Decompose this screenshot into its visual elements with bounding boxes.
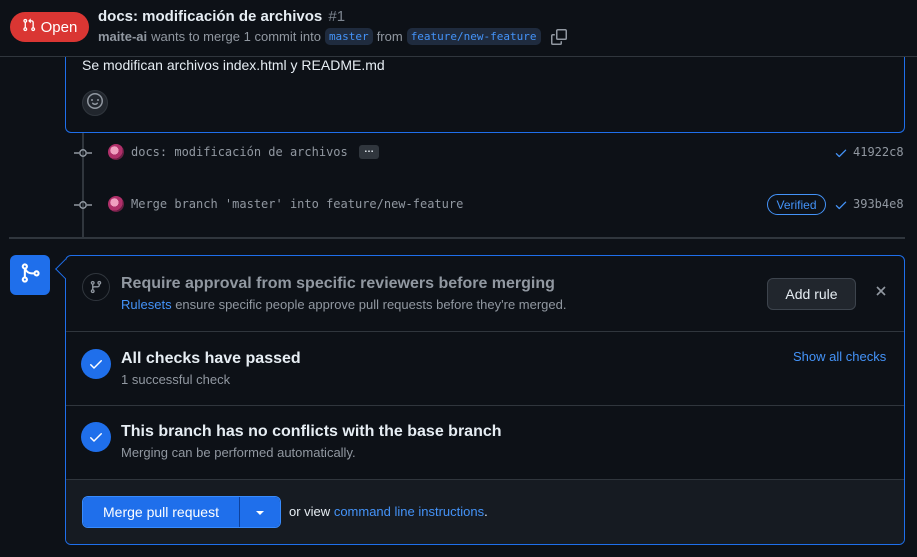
commit-row: Merge branch 'master' into feature/new-f… [0, 193, 917, 217]
rule-description-text: ensure specific people approve pull requ… [175, 297, 567, 312]
author-link[interactable]: maite-ai [98, 29, 147, 44]
conflicts-title: This branch has no conflicts with the ba… [121, 423, 502, 440]
merge-button-group: Merge pull request [82, 496, 281, 528]
pr-state-badge: Open [10, 12, 89, 42]
verified-badge[interactable]: Verified [767, 194, 826, 215]
git-commit-icon [74, 146, 92, 165]
from-text: from [376, 29, 403, 44]
close-icon [875, 284, 887, 302]
command-line-instructions-link[interactable]: command line instructions [334, 504, 484, 519]
merge-method-dropdown[interactable] [239, 497, 280, 527]
merge-status-icon-box [10, 255, 50, 295]
expand-commit-button[interactable]: … [359, 145, 379, 159]
dismiss-button[interactable] [871, 283, 891, 303]
or-view-text: or view [289, 504, 331, 519]
pr-number: #1 [328, 8, 346, 25]
commit-message[interactable]: docs: modificación de archivos [131, 145, 348, 159]
add-reaction-button[interactable] [82, 90, 108, 116]
conflicts-subtitle: Merging can be performed automatically. [121, 445, 356, 460]
checks-title: All checks have passed [121, 350, 301, 367]
commit-sha[interactable]: 393b4e8 [853, 197, 904, 211]
git-pull-request-icon [22, 18, 36, 36]
check-circle-icon [81, 349, 111, 379]
base-branch[interactable]: master [324, 28, 373, 45]
pr-state-label: Open [40, 18, 78, 36]
triangle-down-icon [255, 503, 265, 521]
add-rule-button[interactable]: Add rule [767, 278, 856, 310]
pr-description-text: Se modifican archivos index.html y READM… [82, 57, 385, 73]
avatar[interactable] [108, 144, 124, 160]
commit-message[interactable]: Merge branch 'master' into feature/new-f… [131, 197, 463, 211]
timeline-divider [9, 237, 905, 239]
check-circle-icon [81, 422, 111, 452]
git-commit-icon [74, 198, 92, 217]
git-branch-icon [82, 273, 110, 301]
rule-title: Require approval from specific reviewers… [121, 275, 555, 292]
cli-instructions: or view command line instructions. [289, 504, 488, 519]
ruleset-suggestion: Require approval from specific reviewers… [66, 256, 904, 332]
merge-text: wants to merge 1 commit into [151, 29, 321, 44]
smiley-icon [87, 92, 103, 114]
commit-row: docs: modificación de archivos … 41922c8 [0, 141, 917, 165]
checks-section: All checks have passed 1 successful chec… [66, 332, 904, 406]
git-merge-icon [19, 262, 41, 289]
conflicts-section: This branch has no conflicts with the ba… [66, 406, 904, 480]
pr-header: Open docs: modificación de archivos #1 m… [0, 0, 917, 57]
show-all-checks-link[interactable]: Show all checks [793, 349, 886, 364]
merge-box: Require approval from specific reviewers… [65, 255, 905, 545]
merge-footer: Merge pull request or view command line … [66, 480, 904, 544]
check-icon[interactable] [834, 198, 848, 217]
copy-icon[interactable] [550, 28, 567, 45]
check-icon[interactable] [834, 146, 848, 165]
head-branch[interactable]: feature/new-feature [406, 28, 541, 45]
pr-subline: maite-ai wants to merge 1 commit into ma… [98, 28, 567, 45]
pr-title-text: docs: modificación de archivos [98, 8, 323, 25]
commit-sha[interactable]: 41922c8 [853, 145, 904, 159]
period: . [484, 504, 488, 519]
merge-pull-request-button[interactable]: Merge pull request [83, 497, 239, 527]
avatar[interactable] [108, 196, 124, 212]
rulesets-link[interactable]: Rulesets [121, 297, 172, 312]
rule-description: Rulesets ensure specific people approve … [121, 297, 566, 312]
checks-subtitle: 1 successful check [121, 372, 231, 387]
pr-title: docs: modificación de archivos #1 [98, 8, 345, 25]
